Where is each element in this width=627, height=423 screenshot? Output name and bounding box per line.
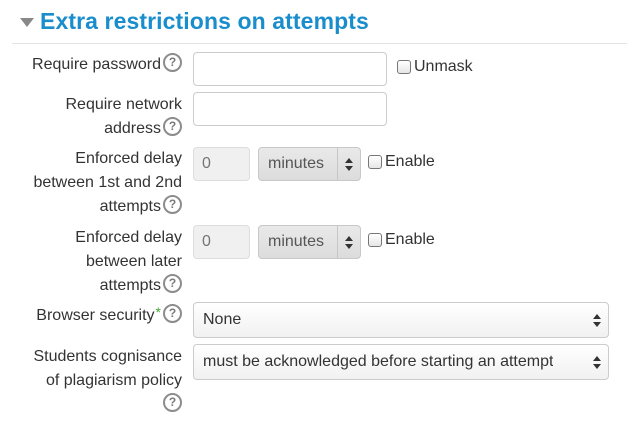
delay2-enable-checkbox[interactable]: Enable [368, 231, 435, 249]
checkbox-icon [368, 233, 382, 247]
delay1-label: Enforced delay between 1st and 2nd attempt… [33, 150, 182, 215]
password-input[interactable] [193, 52, 387, 86]
help-icon[interactable]: ? [163, 274, 182, 294]
select-arrows-icon [337, 226, 360, 258]
help-icon[interactable]: ? [163, 53, 182, 73]
require-password-label: Require password? [32, 53, 182, 77]
delay2-unit-select[interactable]: minutes [258, 225, 361, 259]
select-arrows-icon [586, 345, 608, 379]
require-network-label: Require network address? [65, 96, 182, 137]
select-arrows-icon [586, 303, 608, 337]
select-arrows-icon [337, 148, 360, 180]
browser-security-select[interactable]: None [193, 302, 609, 338]
collapse-caret-icon[interactable] [20, 17, 34, 27]
delay1-enable-checkbox[interactable]: Enable [368, 153, 435, 171]
checkbox-icon [397, 60, 411, 74]
help-icon[interactable]: ? [163, 393, 182, 413]
unmask-checkbox[interactable]: Unmask [397, 58, 473, 76]
plagiarism-label: Students cognisance of plagiarism policy? [33, 345, 182, 417]
section-header[interactable]: Extra restrictions on attempts [20, 4, 369, 38]
checkbox-icon [368, 155, 382, 169]
required-icon: * [155, 304, 161, 320]
delay1-unit-select[interactable]: minutes [258, 147, 361, 181]
delay1-input[interactable] [193, 147, 250, 181]
section-title: Extra restrictions on attempts [40, 7, 369, 34]
help-icon[interactable]: ? [163, 117, 182, 137]
section-divider [12, 43, 627, 44]
delay2-label: Enforced delay between later attempts? [75, 229, 182, 294]
delay2-input[interactable] [193, 225, 250, 259]
plagiarism-select[interactable]: must be acknowledged before starting an … [193, 344, 609, 380]
help-icon[interactable]: ? [163, 195, 182, 215]
help-icon[interactable]: ? [163, 304, 182, 324]
browser-security-label: Browser security*? [36, 303, 182, 328]
network-address-input[interactable] [193, 92, 387, 126]
